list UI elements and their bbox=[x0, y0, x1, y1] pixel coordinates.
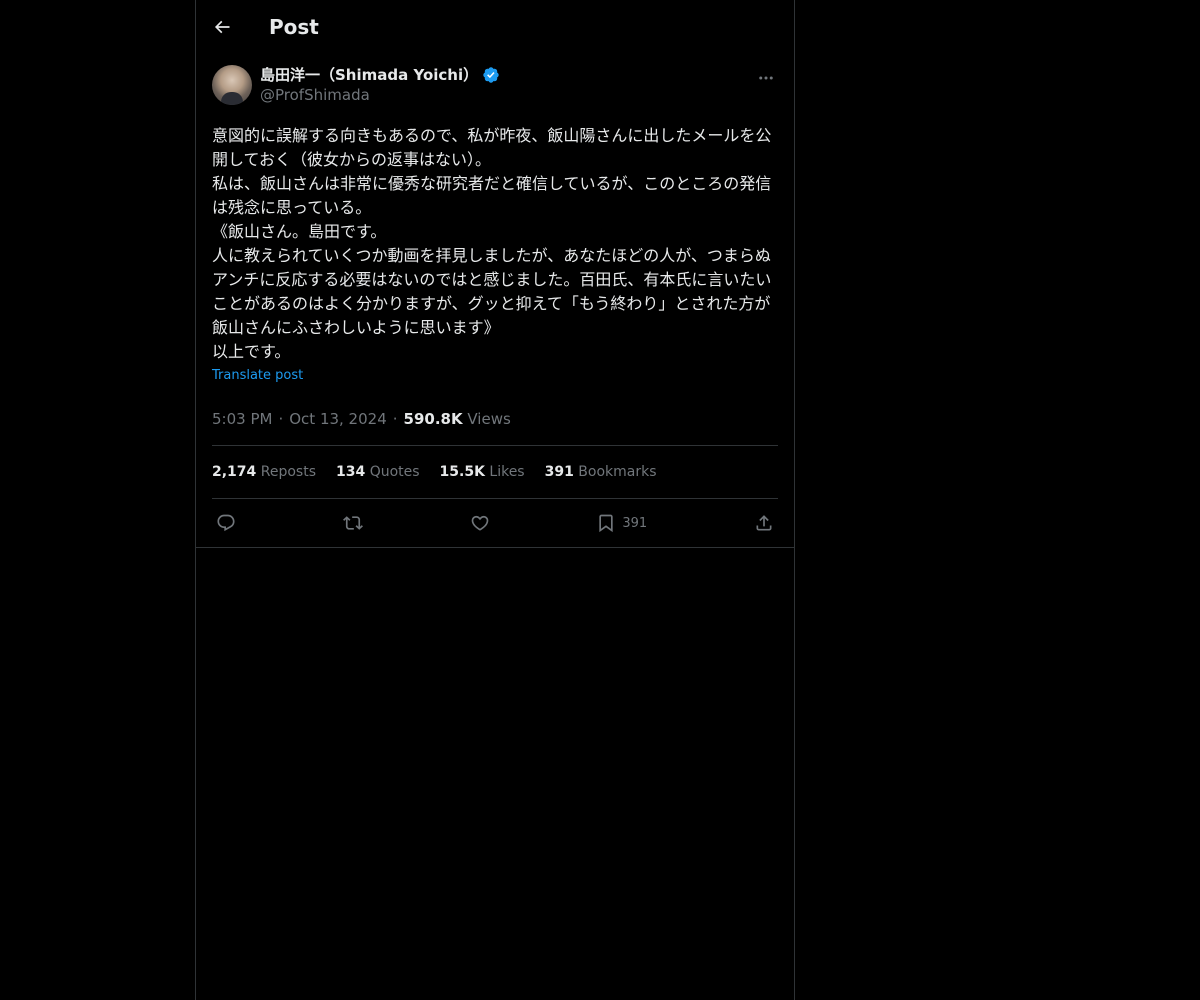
post-stats: 2,174 Reposts 134 Quotes 15.5K Likes 391… bbox=[212, 446, 778, 499]
post: 島田洋一（Shimada Yoichi） @ProfShimada 意図的に誤解… bbox=[196, 65, 794, 548]
stat-number: 134 bbox=[336, 464, 366, 480]
bookmark-count: 391 bbox=[622, 515, 648, 531]
stat-likes[interactable]: 15.5K Likes bbox=[440, 464, 525, 480]
stat-label: Quotes bbox=[369, 464, 420, 480]
views-label: Views bbox=[467, 410, 511, 428]
like-button[interactable] bbox=[470, 513, 490, 533]
repost-button[interactable] bbox=[342, 513, 363, 533]
action-bar: 391 bbox=[212, 499, 778, 547]
more-dots-icon bbox=[759, 76, 773, 80]
stat-number: 2,174 bbox=[212, 464, 257, 480]
stat-quotes[interactable]: 134 Quotes bbox=[336, 464, 420, 480]
stat-label: Reposts bbox=[260, 464, 316, 480]
post-column: Post 島田洋一（Shimada Yoichi） @ProfShimada 意… bbox=[195, 0, 795, 1000]
separator-dot: · bbox=[392, 410, 398, 428]
post-meta: 5:03 PM · Oct 13, 2024 · 590.8K Views bbox=[212, 399, 778, 446]
stat-reposts[interactable]: 2,174 Reposts bbox=[212, 464, 316, 480]
reply-icon bbox=[217, 514, 235, 532]
heart-icon bbox=[471, 515, 488, 531]
stat-number: 391 bbox=[544, 464, 574, 480]
share-icon bbox=[756, 515, 772, 531]
author-name-line: 島田洋一（Shimada Yoichi） bbox=[260, 65, 500, 85]
post-text: 意図的に誤解する向きもあるので、私が昨夜、飯山陽さんに出したメールを公開しておく… bbox=[212, 126, 772, 361]
author-info: 島田洋一（Shimada Yoichi） @ProfShimada bbox=[260, 65, 500, 105]
author-handle[interactable]: @ProfShimada bbox=[260, 85, 500, 105]
author-name[interactable]: 島田洋一（Shimada Yoichi） bbox=[260, 65, 478, 85]
stat-label: Bookmarks bbox=[578, 464, 657, 480]
page-title: Post bbox=[269, 14, 319, 39]
post-time[interactable]: 5:03 PM bbox=[212, 410, 272, 428]
post-date[interactable]: Oct 13, 2024 bbox=[289, 410, 387, 428]
bookmark-button[interactable]: 391 bbox=[596, 513, 647, 533]
back-arrow-icon bbox=[214, 20, 230, 33]
views-count: 590.8K bbox=[403, 410, 463, 428]
avatar[interactable] bbox=[212, 65, 252, 105]
reply-button[interactable] bbox=[216, 513, 236, 533]
share-button[interactable] bbox=[754, 513, 774, 533]
header: Post bbox=[196, 0, 794, 53]
repost-icon bbox=[342, 516, 363, 530]
bookmark-icon bbox=[599, 514, 614, 533]
more-options-button[interactable] bbox=[754, 67, 778, 89]
stat-number: 15.5K bbox=[439, 464, 485, 480]
stat-bookmarks[interactable]: 391 Bookmarks bbox=[545, 464, 657, 480]
verified-badge-icon bbox=[483, 67, 499, 83]
author-row: 島田洋一（Shimada Yoichi） @ProfShimada bbox=[212, 65, 778, 115]
translate-post-link[interactable]: Translate post bbox=[212, 368, 303, 383]
back-button[interactable] bbox=[205, 10, 239, 44]
separator-dot: · bbox=[278, 410, 284, 428]
stat-label: Likes bbox=[489, 464, 525, 480]
